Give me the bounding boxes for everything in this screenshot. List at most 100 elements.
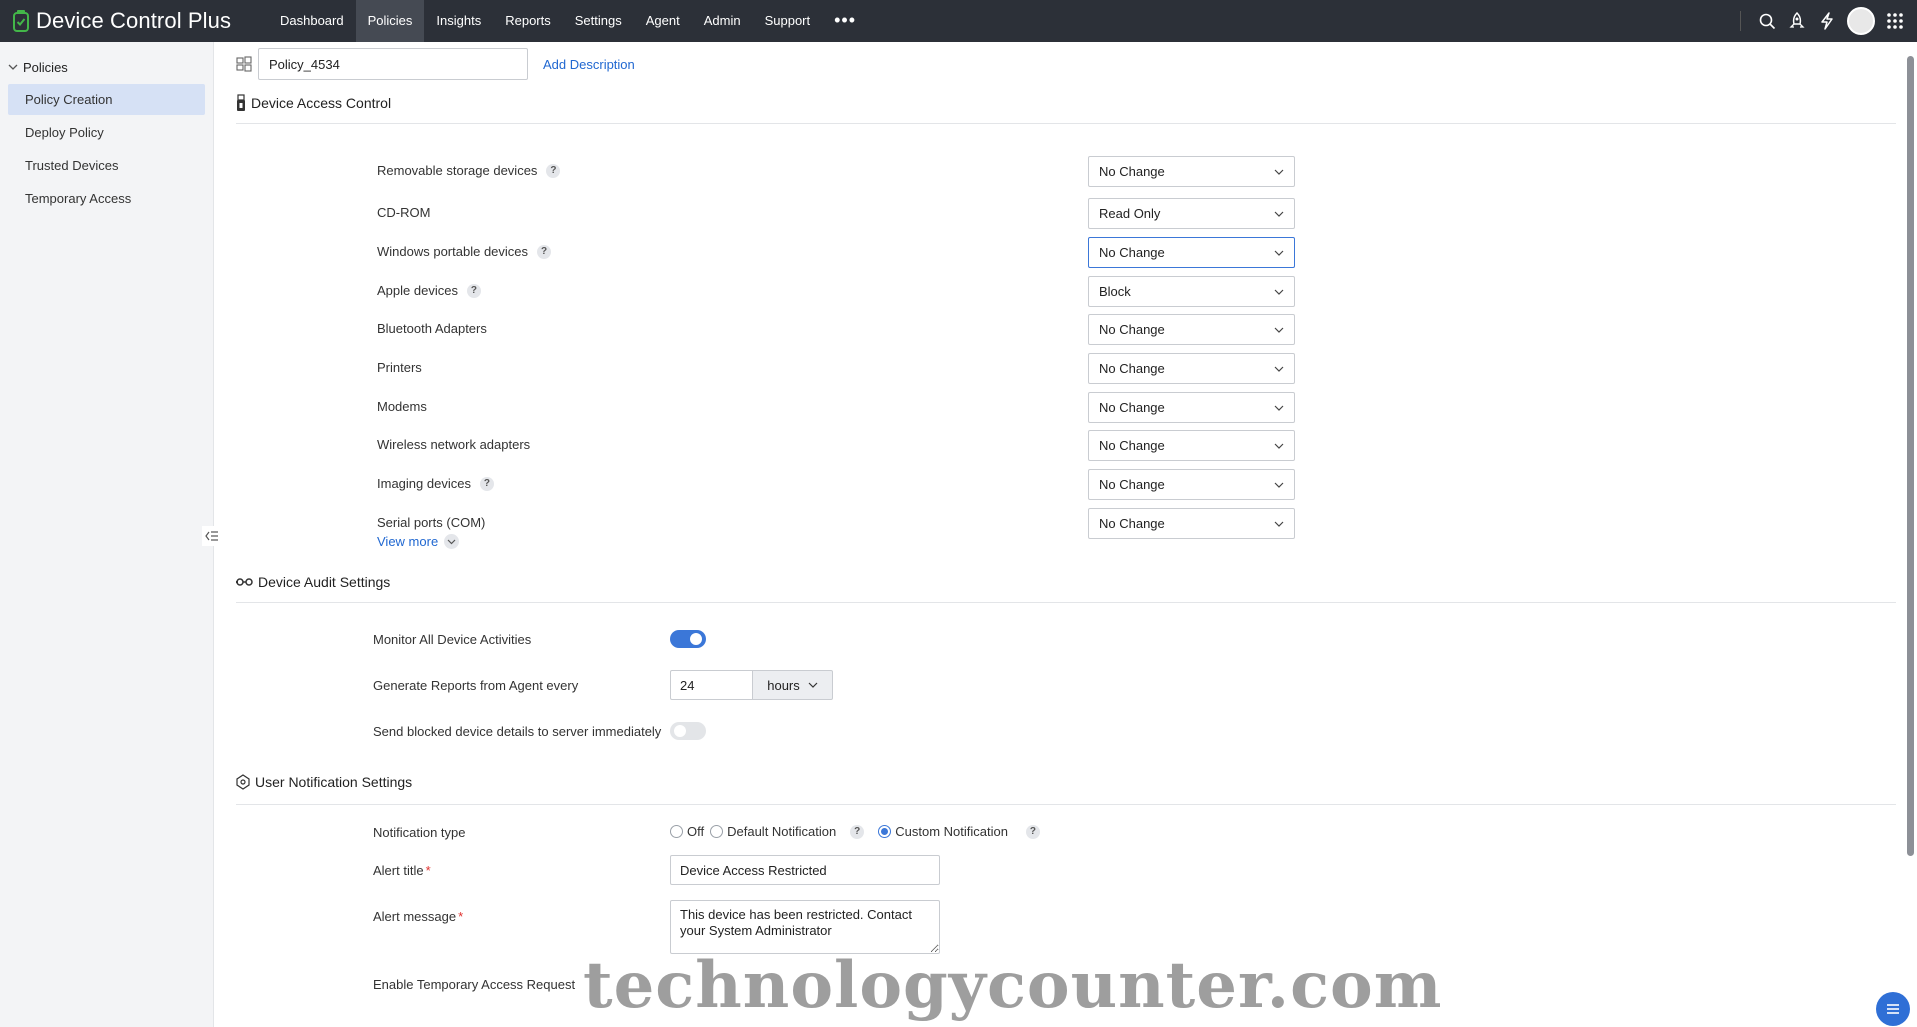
alert-message-textarea[interactable]: This device has been restricted. Contact… bbox=[670, 900, 940, 954]
device-select-wireless-network-adapters[interactable]: No Change bbox=[1088, 430, 1295, 461]
toggle-knob bbox=[674, 725, 686, 737]
device-select-bluetooth-adapters[interactable]: No Change bbox=[1088, 314, 1295, 345]
scrollbar-thumb[interactable] bbox=[1907, 56, 1914, 856]
help-icon[interactable]: ? bbox=[546, 163, 561, 178]
device-label-text: Modems bbox=[377, 399, 427, 414]
top-bar: Device Control Plus Dashboard Policies I… bbox=[0, 0, 1917, 42]
device-select-serial-ports-com[interactable]: No Change bbox=[1088, 508, 1295, 539]
avatar[interactable] bbox=[1847, 7, 1875, 35]
toggle-knob bbox=[690, 633, 702, 645]
page-scrollbar[interactable] bbox=[1904, 42, 1917, 1027]
send-blocked-label: Send blocked device details to server im… bbox=[373, 724, 662, 739]
device-label-serial-ports-com: Serial ports (COM) bbox=[377, 515, 485, 530]
menu-fab-icon[interactable] bbox=[1876, 992, 1910, 1026]
chevron-down-icon bbox=[1274, 521, 1284, 527]
device-label-windows-portable-devices: Windows portable devices? bbox=[377, 244, 552, 259]
device-select-printers[interactable]: No Change bbox=[1088, 353, 1295, 384]
device-select-value: No Change bbox=[1099, 245, 1165, 260]
alert-title-input[interactable] bbox=[670, 855, 940, 885]
policy-name-input[interactable] bbox=[258, 48, 528, 80]
top-right-tools bbox=[1740, 0, 1905, 42]
help-icon[interactable]: ? bbox=[537, 244, 552, 259]
add-description-link[interactable]: Add Description bbox=[543, 57, 635, 72]
brand[interactable]: Device Control Plus bbox=[0, 8, 268, 34]
report-unit-select[interactable]: hours bbox=[752, 670, 833, 700]
nav-dashboard[interactable]: Dashboard bbox=[268, 0, 356, 42]
required-mark: * bbox=[425, 863, 431, 878]
device-audit-section-title: Device Audit Settings bbox=[236, 574, 390, 590]
radio-button[interactable] bbox=[670, 825, 683, 838]
app-grid-icon[interactable] bbox=[1885, 11, 1905, 31]
device-label-text: Printers bbox=[377, 360, 422, 375]
device-select-cd-rom[interactable]: Read Only bbox=[1088, 198, 1295, 229]
lightning-icon[interactable] bbox=[1817, 11, 1837, 31]
device-select-removable-storage-devices[interactable]: No Change bbox=[1088, 156, 1295, 187]
watermark: technologycounter.com bbox=[583, 948, 1443, 1023]
chevron-down-icon bbox=[1274, 366, 1284, 372]
notification-type-label: Notification type bbox=[373, 825, 466, 840]
main-content: Add Description Device Access Control Re… bbox=[214, 42, 1904, 1027]
device-select-value: No Change bbox=[1099, 516, 1165, 531]
device-label-bluetooth-adapters: Bluetooth Adapters bbox=[377, 321, 487, 336]
sidebar: Policies Policy Creation Deploy Policy T… bbox=[0, 42, 214, 1027]
divider bbox=[236, 123, 1896, 124]
sidebar-item-temporary-access[interactable]: Temporary Access bbox=[8, 183, 205, 214]
device-label-apple-devices: Apple devices? bbox=[377, 283, 481, 298]
radio-off[interactable]: Off bbox=[670, 824, 704, 839]
chevron-down-icon bbox=[1274, 482, 1284, 488]
monitor-activities-toggle[interactable] bbox=[670, 630, 706, 648]
main-nav: Dashboard Policies Insights Reports Sett… bbox=[268, 0, 868, 42]
device-select-imaging-devices[interactable]: No Change bbox=[1088, 469, 1295, 500]
nav-insights[interactable]: Insights bbox=[424, 0, 493, 42]
alert-message-label: Alert message * bbox=[373, 909, 464, 924]
nav-reports[interactable]: Reports bbox=[493, 0, 563, 42]
device-select-apple-devices[interactable]: Block bbox=[1088, 276, 1295, 307]
rocket-icon[interactable] bbox=[1787, 11, 1807, 31]
sidebar-item-trusted-devices[interactable]: Trusted Devices bbox=[8, 150, 205, 181]
sidebar-group-policies[interactable]: Policies bbox=[0, 52, 213, 82]
device-select-windows-portable-devices[interactable]: No Change bbox=[1088, 237, 1295, 268]
nav-agent[interactable]: Agent bbox=[634, 0, 692, 42]
radio-default-notification[interactable]: Default Notification bbox=[710, 824, 836, 839]
chevron-down-icon bbox=[444, 534, 460, 549]
radio-custom-notification[interactable]: Custom Notification bbox=[878, 824, 1008, 839]
search-icon[interactable] bbox=[1757, 11, 1777, 31]
chevron-down-icon bbox=[808, 682, 818, 688]
device-label-imaging-devices: Imaging devices? bbox=[377, 476, 494, 491]
audit-binoculars-icon bbox=[236, 577, 253, 587]
device-select-value: Read Only bbox=[1099, 206, 1161, 221]
nav-support[interactable]: Support bbox=[753, 0, 823, 42]
nav-policies[interactable]: Policies bbox=[355, 0, 425, 42]
report-frequency-input[interactable] bbox=[670, 670, 752, 700]
help-icon[interactable]: ? bbox=[479, 476, 494, 491]
temporary-access-label: Enable Temporary Access Request bbox=[373, 977, 576, 992]
help-icon[interactable]: ? bbox=[1025, 824, 1040, 839]
send-blocked-toggle[interactable] bbox=[670, 722, 706, 740]
device-label-modems: Modems bbox=[377, 399, 427, 414]
radio-button[interactable] bbox=[710, 825, 724, 838]
windows-platform-icon bbox=[236, 56, 252, 72]
device-select-value: No Change bbox=[1099, 361, 1165, 376]
nav-admin[interactable]: Admin bbox=[692, 0, 753, 42]
help-icon[interactable]: ? bbox=[850, 824, 865, 839]
help-icon[interactable]: ? bbox=[466, 283, 481, 298]
chevron-down-icon bbox=[1274, 169, 1284, 175]
divider bbox=[236, 804, 1896, 805]
sidebar-group-label: Policies bbox=[23, 59, 68, 75]
chevron-down-icon bbox=[1274, 405, 1284, 411]
sidebar-item-policy-creation[interactable]: Policy Creation bbox=[8, 84, 205, 115]
notification-bell-icon bbox=[236, 774, 250, 790]
nav-settings[interactable]: Settings bbox=[563, 0, 634, 42]
device-select-value: Block bbox=[1099, 284, 1131, 299]
chevron-down-icon bbox=[1274, 289, 1284, 295]
policy-header: Add Description bbox=[236, 48, 635, 80]
sidebar-item-deploy-policy[interactable]: Deploy Policy bbox=[8, 117, 205, 148]
device-label-removable-storage-devices: Removable storage devices? bbox=[377, 163, 561, 178]
view-more-link[interactable]: View more bbox=[377, 534, 460, 549]
divider bbox=[1740, 11, 1741, 31]
device-select-modems[interactable]: No Change bbox=[1088, 392, 1295, 423]
device-select-value: No Change bbox=[1099, 164, 1165, 179]
radio-button[interactable] bbox=[878, 825, 892, 838]
monitor-activities-label: Monitor All Device Activities bbox=[373, 632, 532, 647]
nav-more-icon[interactable]: ••• bbox=[822, 0, 868, 42]
